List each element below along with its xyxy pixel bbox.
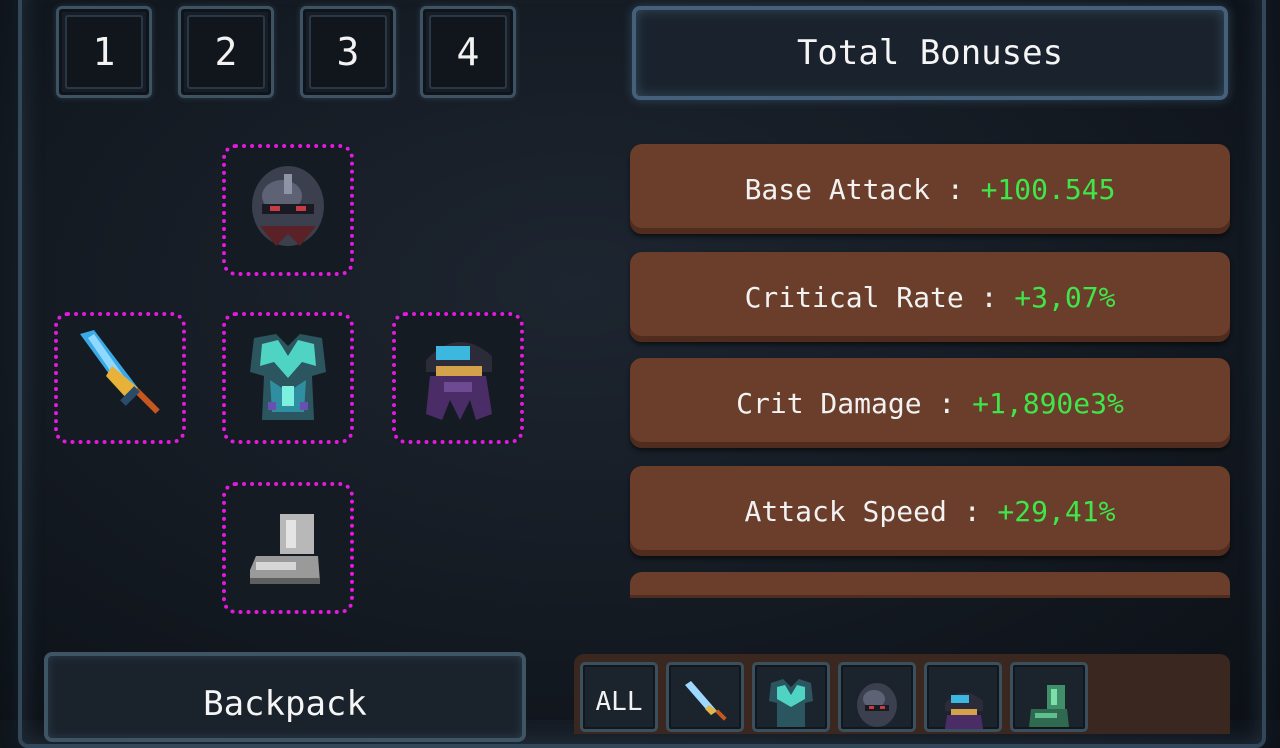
weapon-slot[interactable] [54, 312, 186, 444]
blue-sword-icon [80, 330, 160, 414]
stat-label: Base Attack : [744, 172, 981, 206]
accessory-slot[interactable] [392, 312, 524, 444]
stat-value: +3,07% [1014, 280, 1116, 314]
crystal-chestplate-icon [250, 334, 326, 420]
loadout-tab-4[interactable]: 4 [420, 6, 516, 98]
loadout-tab-label: 1 [65, 15, 143, 89]
backpack-label: Backpack [203, 684, 367, 724]
filter-sword-button[interactable] [666, 662, 744, 732]
shadow-cloak-icon [426, 341, 492, 420]
stat-value: +1,890e3% [972, 386, 1124, 420]
stat-row-attack-speed: Attack Speed : +29,41% [630, 466, 1230, 556]
loadout-tab-label: 4 [429, 15, 507, 89]
chestplate-filter-icon [769, 679, 813, 727]
boots-filter-icon [1029, 685, 1069, 727]
stat-label: Critical Rate : [744, 280, 1015, 314]
filter-boots-button[interactable] [1010, 662, 1088, 732]
stat-row-partial [630, 572, 1230, 598]
silver-boots-icon [250, 514, 320, 584]
loadout-tab-3[interactable]: 3 [300, 6, 396, 98]
loadout-tab-2[interactable]: 2 [178, 6, 274, 98]
stat-value: +100.545 [980, 172, 1116, 206]
filter-helmet-button[interactable] [838, 662, 916, 732]
filter-all-button[interactable]: ALL [580, 662, 658, 732]
sword-filter-icon [685, 681, 727, 721]
loadout-tab-1[interactable]: 1 [56, 6, 152, 98]
stat-label: Attack Speed : [744, 494, 998, 528]
armor-slot[interactable] [222, 312, 354, 444]
stat-label: Crit Damage : [736, 386, 973, 420]
accessory-filter-icon [945, 692, 983, 729]
helmet-slot[interactable] [222, 144, 354, 276]
loadout-tab-label: 3 [309, 15, 387, 89]
backpack-button[interactable]: Backpack [44, 652, 526, 742]
helmet-filter-icon [857, 683, 897, 727]
loadout-tab-label: 2 [187, 15, 265, 89]
stat-row-crit-damage: Crit Damage : +1,890e3% [630, 358, 1230, 448]
stat-row-base-attack: Base Attack : +100.545 [630, 144, 1230, 234]
stat-value: +29,41% [997, 494, 1116, 528]
filter-accessory-button[interactable] [924, 662, 1002, 732]
boots-slot[interactable] [222, 482, 354, 614]
dark-helmet-icon [252, 166, 324, 246]
total-bonuses-title: Total Bonuses [632, 6, 1228, 100]
stat-row-critical-rate: Critical Rate : +3,07% [630, 252, 1230, 342]
filter-all-label: ALL [595, 687, 643, 717]
filter-chestplate-button[interactable] [752, 662, 830, 732]
